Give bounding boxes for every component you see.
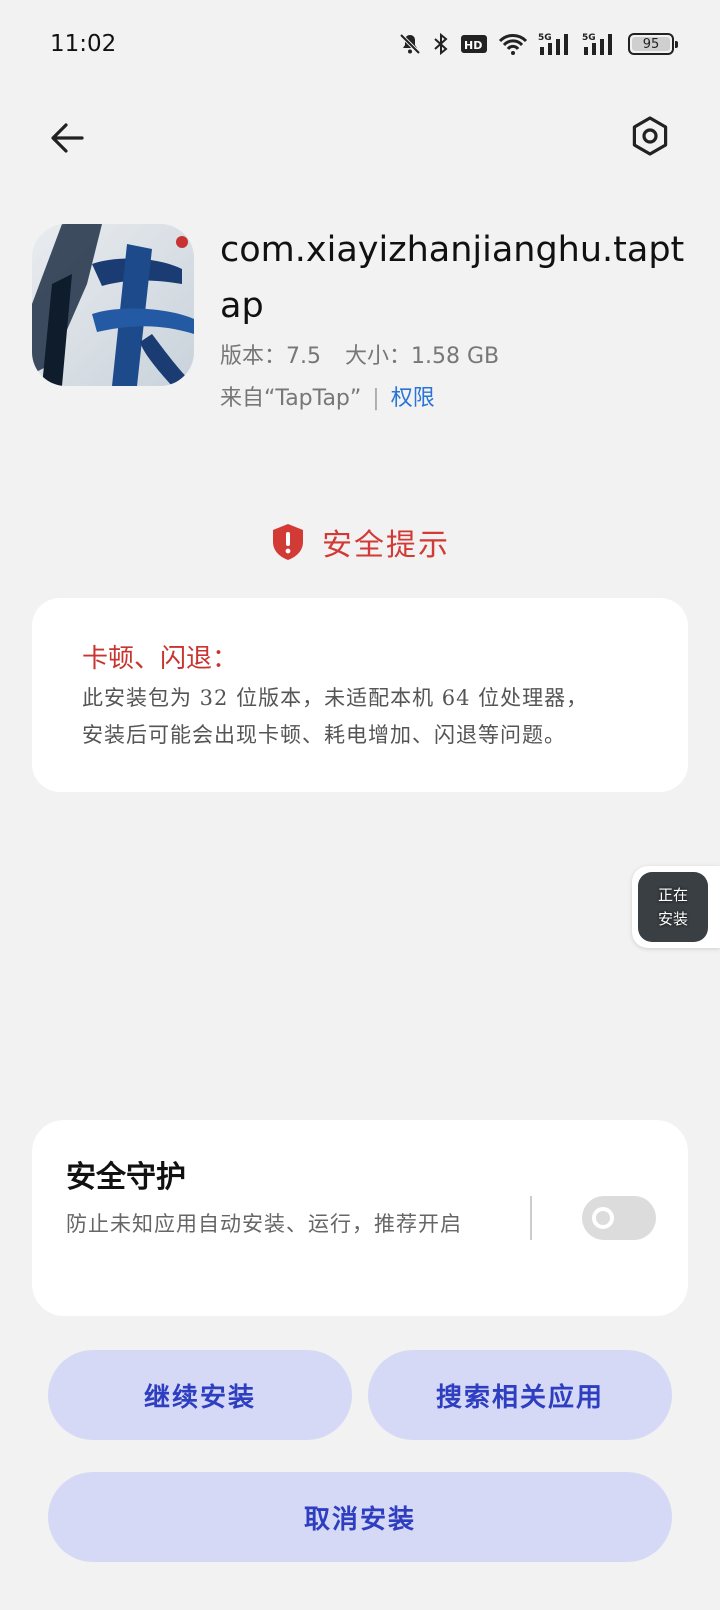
5g-signal-icon: 5G xyxy=(582,33,612,55)
settings-icon xyxy=(632,116,668,156)
warning-text: 此安装包为 32 位版本，未适配本机 64 位处理器， 安装后可能会出现卡顿、耗… xyxy=(82,680,638,754)
status-icons: HD 5G 5G 95 xyxy=(398,31,678,57)
warning-line-2: 安装后可能会出现卡顿、耗电增加、闪退等问题。 xyxy=(82,723,566,747)
protect-card: 安全守护 防止未知应用自动安装、运行，推荐开启 xyxy=(32,1120,688,1316)
svg-text:5G: 5G xyxy=(582,33,596,43)
continue-install-button[interactable]: 继续安装 xyxy=(48,1350,352,1440)
svg-text:HD: HD xyxy=(464,39,482,52)
5g-signal-icon: 5G xyxy=(538,33,568,55)
search-related-button[interactable]: 搜索相关应用 xyxy=(368,1350,672,1440)
hd-icon: HD xyxy=(461,35,487,53)
floating-install-bubble[interactable]: 正在 安装 xyxy=(632,866,720,948)
battery-level: 95 xyxy=(642,36,660,52)
floating-line-2: 安装 xyxy=(657,910,688,928)
mute-icon xyxy=(399,33,421,55)
settings-button[interactable] xyxy=(626,112,674,160)
wifi-icon xyxy=(498,34,528,55)
security-title: 安全提示 xyxy=(0,520,720,564)
security-title-label: 安全提示 xyxy=(322,528,450,563)
app-version: 版本：7.5 xyxy=(220,344,321,369)
protect-divider xyxy=(530,1196,532,1240)
permission-link[interactable]: 权限 xyxy=(391,386,435,411)
warning-line-1: 此安装包为 32 位版本，未适配本机 64 位处理器， xyxy=(82,686,589,710)
warning-title: 卡顿、闪退： xyxy=(82,644,239,674)
protect-title: 安全守护 xyxy=(66,1160,186,1195)
source-divider: | xyxy=(372,386,380,411)
app-size: 大小：1.58 GB xyxy=(345,344,500,369)
app-source: 来自“TapTap” | 权限 xyxy=(220,384,700,414)
app-package-name: com.xiayizhanjianghu.taptap xyxy=(220,230,685,326)
cancel-install-button[interactable]: 取消安装 xyxy=(48,1472,672,1562)
bluetooth-icon xyxy=(434,32,448,56)
battery-icon: 95 xyxy=(628,33,678,55)
nav-bar xyxy=(0,108,720,164)
app-icon xyxy=(32,224,194,386)
toggle-knob xyxy=(592,1207,614,1229)
arrow-left-icon xyxy=(51,123,84,153)
status-time: 11:02 xyxy=(50,31,117,57)
app-source-label: 来自“TapTap” xyxy=(220,386,362,411)
floating-install-icon: 正在 安装 xyxy=(638,872,708,942)
warning-card: 卡顿、闪退： 此安装包为 32 位版本，未适配本机 64 位处理器， 安装后可能… xyxy=(32,598,688,792)
back-button[interactable] xyxy=(46,116,90,160)
app-info: com.xiayizhanjianghu.taptap 版本：7.5 大小：1.5… xyxy=(220,222,700,414)
protect-toggle[interactable] xyxy=(582,1196,656,1240)
status-bar: 11:02 HD 5G 5G 95 xyxy=(0,0,720,88)
svg-text:5G: 5G xyxy=(538,33,552,43)
floating-line-1: 正在 xyxy=(657,886,688,904)
protect-description: 防止未知应用自动安装、运行，推荐开启 xyxy=(66,1212,462,1236)
shield-alert-icon xyxy=(273,524,303,560)
app-meta: 版本：7.5 大小：1.58 GB xyxy=(220,342,700,372)
